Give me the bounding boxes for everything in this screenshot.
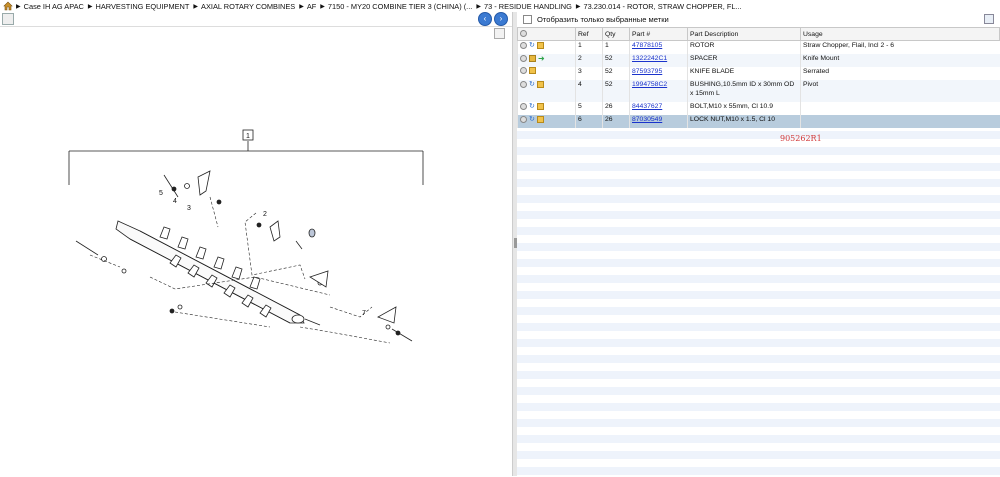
list-options-button[interactable] [984,14,994,24]
chevron-right-icon: ▶ [476,3,481,10]
home-icon[interactable] [3,1,13,11]
part-number-link[interactable]: 1322242C1 [632,55,667,62]
cell-description: BOLT,M10 x 55mm, Cl 10.9 [687,101,801,115]
cell-usage: Pivot [800,79,1000,102]
part-number-link[interactable]: 87030549 [632,116,662,123]
breadcrumb-item[interactable]: ▶ AF [299,2,316,11]
cell-usage: Straw Chopper, Flail, Incl 2 - 6 [800,40,1000,54]
tool-icon[interactable] [2,13,14,25]
column-header-qty[interactable]: Qty [602,27,630,41]
callout-label: 4 [173,198,177,205]
parts-list-header: Отобразить только выбранные метки [517,12,1000,26]
cell-qty: 26 [602,114,630,128]
select-icon[interactable] [520,42,527,49]
cell-description: BUSHING,10.5mm ID x 30mm OD x 15mm L [687,79,801,102]
chevron-right-icon: ▶ [575,3,581,10]
green-arrow-icon[interactable]: ➜ [538,54,545,63]
breadcrumb: ▶ Case IH AG APAC ▶ HARVESTING EQUIPMENT ▶… [0,0,1000,12]
chevron-right-icon: ▶ [87,3,93,10]
handwritten-stamp: 905262R1 [780,134,822,143]
cell-qty: 1 [602,40,630,54]
cell-ref: 3 [575,66,603,80]
column-header-usage[interactable]: Usage [800,27,1000,41]
select-icon[interactable] [520,54,527,62]
column-header-part-number[interactable]: Part # [629,27,688,41]
callout-label: 1 [246,133,250,140]
refresh-icon[interactable]: ↻ [529,41,535,50]
prev-page-button[interactable]: ‹ [478,12,492,26]
diagram-toolbar: ‹ › [0,12,512,26]
parts-list-pane: Отобразить только выбранные метки Ref Qt… [517,12,1000,476]
select-icon[interactable] [520,102,527,110]
refresh-icon[interactable]: ↻ [529,80,535,89]
package-icon[interactable] [536,42,544,49]
next-page-button[interactable]: › [494,12,508,26]
show-selected-only-checkbox[interactable] [523,14,532,24]
package-icon[interactable] [536,115,544,123]
breadcrumb-item[interactable]: ▶ HARVESTING EQUIPMENT [88,2,190,11]
cell-ref: 4 [575,79,603,102]
breadcrumb-item[interactable]: ▶ Case IH AG APAC [16,2,84,11]
cell-usage [800,114,1000,128]
select-icon[interactable] [520,115,527,123]
table-row[interactable]: ↻ 5 26 84437627 BOLT,M10 x 55mm, Cl 10.9 [517,101,1000,115]
callout-label: 5 [159,190,163,197]
cell-description: KNIFE BLADE [687,66,801,80]
parts-table-area: Ref Qty Part # Part Description Usage ↻ … [517,27,1000,476]
table-row[interactable]: ➜ 2 52 1322242C1 SPACER Knife Mount [517,53,1000,67]
column-header-description[interactable]: Part Description [687,27,801,41]
package-icon[interactable] [536,102,544,110]
part-number-link[interactable]: 87593795 [632,68,662,75]
table-row[interactable]: ↻ 1 1 47878105 ROTOR Straw Chopper, Flai… [517,40,1000,54]
refresh-icon[interactable]: ↻ [529,115,535,124]
breadcrumb-item[interactable]: ▶ 7150 - MY20 COMBINE TIER 3 (CHINA) (... [320,2,472,11]
cell-ref: 2 [575,53,603,67]
cart-icon[interactable] [529,54,536,62]
settings-icon[interactable] [520,30,527,38]
breadcrumb-item[interactable]: ▶ AXIAL ROTARY COMBINES [193,2,295,11]
cell-ref: 1 [575,40,603,54]
cell-description: LOCK NUT,M10 x 1.5, Cl 10 [687,114,801,128]
select-icon[interactable] [520,80,527,88]
package-icon[interactable] [536,80,544,88]
chevron-right-icon: ▶ [193,3,199,10]
cell-usage [800,101,1000,115]
select-icon[interactable] [520,67,527,75]
select-column-header[interactable] [517,27,576,41]
parts-table: Ref Qty Part # Part Description Usage ↻ … [517,27,1000,128]
cell-ref: 5 [575,101,603,115]
chevron-right-icon: ▶ [16,3,21,10]
refresh-icon[interactable]: ↻ [529,102,535,111]
package-icon[interactable] [529,67,536,75]
cell-qty: 26 [602,101,630,115]
column-header-ref[interactable]: Ref [575,27,603,41]
part-number-link[interactable]: 84437627 [632,103,662,110]
table-row-selected[interactable]: ↻ 6 26 87030549 LOCK NUT,M10 x 1.5, Cl 1… [517,114,1000,128]
table-row[interactable]: ↻ 4 52 1994758C2 BUSHING,10.5mm ID x 30m… [517,79,1000,102]
chevron-right-icon: ▶ [299,3,304,10]
callout-label: 3 [187,205,191,212]
callout-label: 7 [362,310,366,317]
cell-description: SPACER [687,53,801,67]
cell-qty: 52 [602,66,630,80]
cell-qty: 52 [602,53,630,67]
table-row[interactable]: 3 52 87593795 KNIFE BLADE Serrated [517,66,1000,80]
cell-usage: Knife Mount [800,53,1000,67]
cell-ref: 6 [575,114,603,128]
part-number-link[interactable]: 1994758C2 [632,81,667,88]
breadcrumb-item[interactable]: ▶ 73 - RESIDUE HANDLING [476,2,572,11]
breadcrumb-item[interactable]: ▶ 73.230.014 - ROTOR, STRAW CHOPPER, FL..… [576,2,742,11]
cell-description: ROTOR [687,40,801,54]
show-selected-only-label: Отобразить только выбранные метки [537,14,669,24]
diagram-pane: ‹ › 1 2 3 4 5 7 [0,12,512,476]
cell-usage: Serrated [800,66,1000,80]
parts-diagram[interactable]: 1 2 3 4 5 7 [0,26,512,477]
cell-qty: 52 [602,79,630,102]
callout-label: 2 [263,211,267,218]
chevron-right-icon: ▶ [320,3,325,10]
part-number-link[interactable]: 47878105 [632,42,662,49]
